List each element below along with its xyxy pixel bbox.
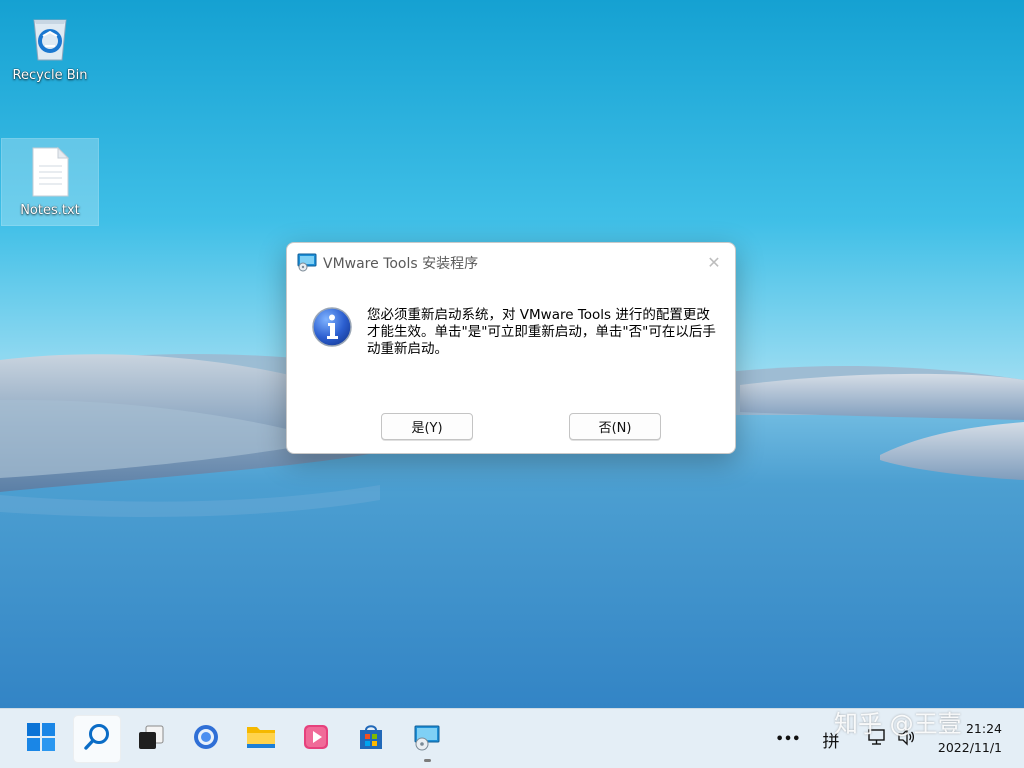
taskbar-search-button[interactable] [73,715,121,763]
close-icon: ✕ [707,252,721,272]
search-icon [82,722,112,756]
info-icon [311,306,353,348]
dialog-titlebar[interactable]: VMware Tools 安装程序 ✕ [287,243,735,281]
text-file-icon [26,145,74,199]
store-icon [356,722,386,756]
network-icon [867,727,887,751]
close-button[interactable]: ✕ [699,249,729,275]
desktop-icon-label: Notes.txt [20,203,80,218]
yes-button[interactable]: 是(Y) [381,413,473,440]
taskbar-task-view-button[interactable] [127,715,175,763]
network-button[interactable] [866,727,888,751]
taskbar-store-button[interactable] [347,715,395,763]
task-view-icon [136,722,166,756]
ime-label: 拼 [822,731,840,752]
browser-icon [191,722,221,756]
clock[interactable]: 21:24 2022/11/1 [932,719,1002,757]
dialog-title: VMware Tools 安装程序 [323,256,479,272]
desktop-icon-recycle-bin[interactable]: Recycle Bin [2,4,98,90]
vmware-tools-dialog[interactable]: VMware Tools 安装程序 ✕ 您必须重新启动系统，对 VMware T… [286,242,736,454]
no-button[interactable]: 否(N) [569,413,661,440]
taskbar-media-player-button[interactable] [292,715,340,763]
media-player-icon [301,722,331,756]
taskbar-vmware-tools-button[interactable] [403,715,451,763]
vmware-setup-icon [297,252,317,272]
desktop-icon-notes[interactable]: Notes.txt [1,138,99,226]
dialog-message: 您必须重新启动系统，对 VMware Tools 进行的配置更改才能生效。单击"… [367,307,716,357]
clock-time: 21:24 [965,721,1002,736]
desktop-icon-label: Recycle Bin [12,68,88,83]
tray-overflow-button[interactable]: ••• [775,727,801,751]
more-icon: ••• [775,731,801,747]
clock-date: 2022/11/1 [937,740,1002,755]
recycle-bin-icon [26,10,74,64]
taskbar-start-button[interactable] [17,715,65,763]
running-app-indicator [424,759,431,762]
taskbar-browser-button[interactable] [182,715,230,763]
taskbar: ••• 拼 21:24 2022/11/1 [0,708,1024,768]
volume-button[interactable] [894,727,918,751]
vmware-setup-icon [412,722,442,756]
folder-icon [245,722,277,756]
input-method-indicator[interactable]: 拼 [818,727,844,752]
windows-start-icon [26,722,56,756]
taskbar-file-explorer-button[interactable] [237,715,285,763]
volume-icon [896,727,916,751]
